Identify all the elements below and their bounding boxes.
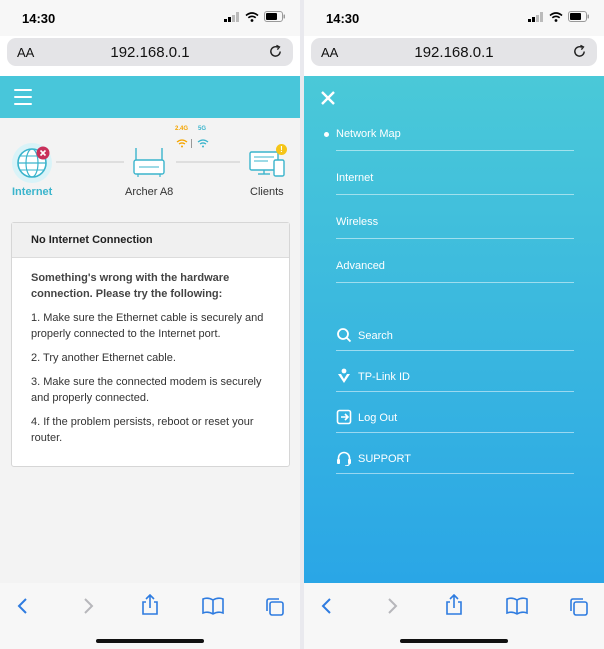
phone-screen-menu: 14:30 AA 192.168.0.1 Network Map Interne… bbox=[304, 0, 604, 649]
alert-step-4: 4. If the problem persists, reboot or re… bbox=[31, 416, 254, 444]
share-icon[interactable] bbox=[444, 594, 464, 616]
signal-icon bbox=[528, 11, 543, 22]
safari-toolbar bbox=[0, 583, 300, 649]
router-label[interactable]: Archer A8 bbox=[125, 186, 173, 198]
wifi-icon bbox=[245, 11, 259, 22]
main-content: Internet 2.4G 5G Archer A8 ! Clients No … bbox=[0, 118, 300, 583]
band-separator bbox=[191, 139, 192, 148]
tabs-icon[interactable] bbox=[569, 597, 589, 617]
wifi-icon bbox=[549, 11, 563, 22]
menu-item-label: Search bbox=[358, 330, 393, 342]
menu-item-support[interactable]: SUPPORT bbox=[336, 445, 574, 474]
router-icon[interactable] bbox=[132, 146, 166, 178]
signal-icon bbox=[224, 11, 239, 22]
address-bar[interactable]: AA 192.168.0.1 bbox=[311, 38, 597, 66]
status-bar: 14:30 bbox=[304, 0, 604, 36]
error-badge-icon bbox=[36, 146, 50, 160]
hamburger-menu-icon[interactable] bbox=[14, 89, 32, 105]
band-5g-label: 5G bbox=[198, 126, 207, 132]
home-indicator[interactable] bbox=[400, 639, 508, 643]
home-indicator[interactable] bbox=[96, 639, 204, 643]
network-map: Internet 2.4G 5G Archer A8 ! Clients bbox=[0, 118, 300, 204]
support-headset-icon bbox=[337, 451, 351, 466]
logout-icon bbox=[336, 409, 352, 425]
battery-icon bbox=[264, 11, 285, 22]
address-bar[interactable]: AA 192.168.0.1 bbox=[7, 38, 293, 66]
band-24g-label: 2.4G bbox=[175, 126, 189, 132]
url-text[interactable]: 192.168.0.1 bbox=[7, 44, 293, 61]
tplink-id-icon bbox=[338, 368, 350, 383]
forward-chevron-icon[interactable] bbox=[385, 597, 399, 615]
phone-screen-dashboard: 14:30 AA 192.168.0.1 Internet 2.4G 5G Ar… bbox=[0, 0, 300, 649]
bookmarks-icon[interactable] bbox=[505, 597, 529, 615]
bookmarks-icon[interactable] bbox=[201, 597, 225, 615]
close-icon[interactable] bbox=[320, 90, 336, 106]
side-menu-panel: Network Map Internet Wireless Advanced S… bbox=[304, 76, 604, 583]
wifi-5g-icon bbox=[197, 139, 209, 148]
tabs-icon[interactable] bbox=[265, 597, 285, 617]
clients-warning-badge: ! bbox=[276, 144, 287, 155]
reload-icon[interactable] bbox=[572, 44, 587, 59]
menu-item-advanced[interactable]: Advanced bbox=[336, 254, 574, 283]
menu-item-label: Wireless bbox=[336, 216, 379, 228]
menu-item-internet[interactable]: Internet bbox=[336, 166, 574, 195]
forward-chevron-icon[interactable] bbox=[81, 597, 95, 615]
menu-item-search[interactable]: Search bbox=[336, 322, 574, 351]
alert-step-3: 3. Make sure the connected modem is secu… bbox=[31, 376, 262, 404]
menu-item-tplink-id[interactable]: TP-Link ID bbox=[336, 363, 574, 392]
menu-item-label: Network Map bbox=[336, 128, 401, 140]
no-connection-alert: No Internet Connection Something's wrong… bbox=[11, 222, 290, 467]
internet-label[interactable]: Internet bbox=[12, 186, 52, 198]
reload-icon[interactable] bbox=[268, 44, 283, 59]
menu-item-label: Advanced bbox=[336, 260, 385, 272]
menu-item-label: SUPPORT bbox=[358, 453, 411, 465]
clients-label[interactable]: Clients bbox=[250, 186, 284, 198]
top-nav-bar bbox=[0, 76, 300, 118]
back-chevron-icon[interactable] bbox=[16, 597, 30, 615]
status-bar: 14:30 bbox=[0, 0, 300, 36]
search-icon bbox=[337, 328, 352, 343]
alert-intro: Something's wrong with the hardware conn… bbox=[31, 272, 230, 300]
safari-toolbar bbox=[304, 583, 604, 649]
menu-item-label: Internet bbox=[336, 172, 374, 184]
url-text[interactable]: 192.168.0.1 bbox=[311, 44, 597, 61]
menu-item-label: TP-Link ID bbox=[358, 371, 410, 383]
menu-item-log-out[interactable]: Log Out bbox=[336, 404, 574, 433]
alert-step-1: 1. Make sure the Ethernet cable is secur… bbox=[31, 312, 264, 340]
menu-item-label: Log Out bbox=[358, 412, 398, 424]
back-chevron-icon[interactable] bbox=[320, 597, 334, 615]
battery-icon bbox=[568, 11, 589, 22]
menu-item-network-map[interactable]: Network Map bbox=[324, 122, 574, 151]
wifi-24g-icon bbox=[176, 139, 188, 148]
alert-step-2: 2. Try another Ethernet cable. bbox=[31, 352, 176, 364]
status-time: 14:30 bbox=[22, 11, 56, 26]
menu-item-wireless[interactable]: Wireless bbox=[336, 210, 574, 239]
alert-title: No Internet Connection bbox=[12, 223, 289, 258]
active-indicator-dot bbox=[324, 132, 329, 137]
status-time: 14:30 bbox=[326, 11, 360, 26]
share-icon[interactable] bbox=[140, 594, 160, 616]
